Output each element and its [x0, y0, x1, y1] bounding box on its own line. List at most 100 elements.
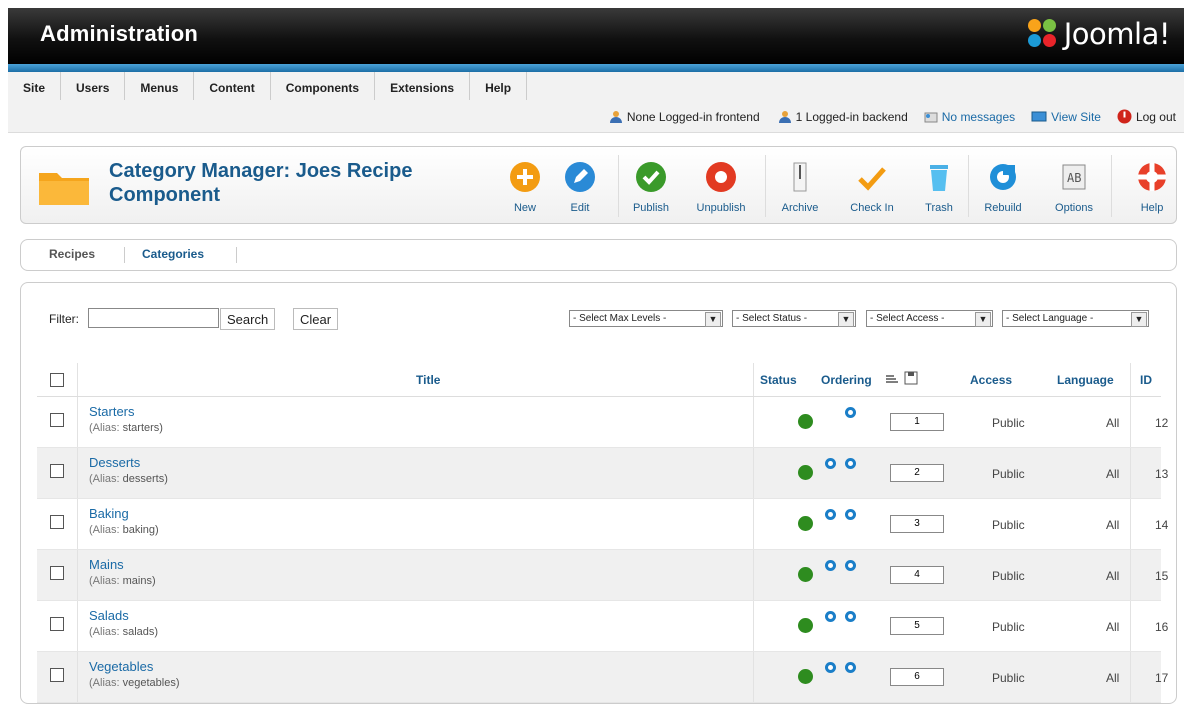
- edit-button[interactable]: Edit: [564, 161, 596, 214]
- column-divider: [753, 652, 754, 702]
- header-access[interactable]: Access: [970, 373, 1012, 387]
- move-down-icon[interactable]: [845, 458, 856, 469]
- header-title: Administration: [40, 21, 199, 46]
- row-checkbox[interactable]: [50, 515, 64, 529]
- filter-input[interactable]: [88, 308, 219, 328]
- menu-users[interactable]: Users: [61, 72, 126, 100]
- table-row: Desserts (Alias: desserts) 2 Public All …: [37, 448, 1168, 499]
- row-checkbox[interactable]: [50, 566, 64, 580]
- row-checkbox[interactable]: [50, 464, 64, 478]
- column-divider: [77, 499, 78, 549]
- row-checkbox[interactable]: [50, 617, 64, 631]
- menu-components[interactable]: Components: [271, 72, 376, 100]
- status-view-site[interactable]: View Site: [1031, 110, 1101, 124]
- messages-icon: [924, 112, 938, 122]
- column-divider: [77, 601, 78, 651]
- unpublish-button[interactable]: Unpublish: [692, 161, 750, 214]
- move-down-icon[interactable]: [845, 662, 856, 673]
- header-id[interactable]: ID: [1140, 373, 1152, 387]
- select-access[interactable]: - Select Access - ▼: [866, 310, 993, 327]
- move-down-icon[interactable]: [845, 560, 856, 571]
- id-value: 14: [1155, 518, 1169, 532]
- published-icon[interactable]: [798, 669, 813, 684]
- category-title-link[interactable]: Starters: [89, 404, 135, 419]
- save-order-icon[interactable]: [904, 371, 918, 385]
- help-button[interactable]: Help: [1136, 161, 1168, 214]
- order-input[interactable]: 3: [890, 515, 944, 533]
- toolbar-separator: [1111, 155, 1112, 217]
- tab-divider: [124, 247, 125, 263]
- move-down-icon[interactable]: [845, 509, 856, 520]
- check-in-button[interactable]: Check In: [846, 161, 898, 214]
- sort-icon[interactable]: [885, 373, 899, 385]
- order-input[interactable]: 2: [890, 464, 944, 482]
- published-icon[interactable]: [798, 567, 813, 582]
- menu-site[interactable]: Site: [8, 72, 62, 100]
- order-input[interactable]: 5: [890, 617, 944, 635]
- row-checkbox[interactable]: [50, 413, 64, 427]
- options-button[interactable]: AB Options: [1051, 161, 1097, 214]
- status-logout[interactable]: Log out: [1117, 109, 1176, 124]
- header-ordering[interactable]: Ordering: [821, 373, 872, 387]
- menu-extensions[interactable]: Extensions: [375, 72, 471, 100]
- published-icon[interactable]: [798, 618, 813, 633]
- move-up-icon[interactable]: [825, 611, 836, 622]
- rebuild-button[interactable]: Rebuild: [981, 161, 1025, 214]
- status-messages[interactable]: No messages: [924, 110, 1015, 124]
- search-button[interactable]: Search: [220, 308, 276, 330]
- row-checkbox[interactable]: [50, 668, 64, 682]
- language-value: All: [1106, 620, 1120, 634]
- joomla-logo[interactable]: Joomla!: [1027, 17, 1171, 51]
- archive-button[interactable]: Archive: [778, 161, 822, 214]
- publish-button[interactable]: Publish: [630, 161, 672, 214]
- id-value: 13: [1155, 467, 1169, 481]
- order-input[interactable]: 6: [890, 668, 944, 686]
- toolbar: Category Manager: Joes Recipe Component …: [20, 146, 1177, 224]
- id-value: 15: [1155, 569, 1169, 583]
- access-value: Public: [992, 518, 1025, 532]
- move-up-icon[interactable]: [825, 458, 836, 469]
- published-icon[interactable]: [798, 414, 813, 429]
- select-language[interactable]: - Select Language - ▼: [1002, 310, 1149, 327]
- category-title-link[interactable]: Mains: [89, 557, 124, 572]
- column-divider: [1130, 550, 1131, 600]
- category-title-link[interactable]: Salads: [89, 608, 129, 623]
- lifebuoy-icon: [1138, 163, 1166, 191]
- header-language[interactable]: Language: [1057, 373, 1114, 387]
- move-down-icon[interactable]: [845, 407, 856, 418]
- toolbar-separator: [968, 155, 969, 217]
- trash-button[interactable]: Trash: [921, 161, 957, 214]
- menu-help[interactable]: Help: [470, 72, 528, 100]
- submenu: Recipes Categories: [20, 239, 1177, 271]
- select-all-checkbox[interactable]: [50, 373, 64, 387]
- filter-label: Filter:: [49, 312, 79, 326]
- page-title: Category Manager: Joes Recipe Component: [109, 160, 413, 206]
- category-title-link[interactable]: Desserts: [89, 455, 140, 470]
- tab-divider: [236, 247, 237, 263]
- users-icon: [778, 110, 791, 123]
- tab-recipes[interactable]: Recipes: [49, 247, 95, 261]
- published-icon[interactable]: [798, 465, 813, 480]
- category-title-link[interactable]: Baking: [89, 506, 129, 521]
- move-up-icon[interactable]: [825, 560, 836, 571]
- order-input[interactable]: 4: [890, 566, 944, 584]
- id-value: 17: [1155, 671, 1169, 685]
- menu-menus[interactable]: Menus: [125, 72, 195, 100]
- header-title[interactable]: Title: [416, 373, 440, 387]
- select-max-levels[interactable]: - Select Max Levels - ▼: [569, 310, 723, 327]
- select-status[interactable]: - Select Status - ▼: [732, 310, 856, 327]
- tab-categories[interactable]: Categories: [142, 247, 204, 261]
- new-button[interactable]: New: [509, 161, 541, 214]
- toolbar-separator: [618, 155, 619, 217]
- category-title-link[interactable]: Vegetables: [89, 659, 153, 674]
- clear-button[interactable]: Clear: [293, 308, 339, 330]
- move-up-icon[interactable]: [825, 509, 836, 520]
- move-up-icon[interactable]: [825, 662, 836, 673]
- order-input[interactable]: 1: [890, 413, 944, 431]
- move-down-icon[interactable]: [845, 611, 856, 622]
- menu-content[interactable]: Content: [194, 72, 271, 100]
- published-icon[interactable]: [798, 516, 813, 531]
- header-status[interactable]: Status: [760, 373, 797, 387]
- main-menu: Site Users Menus Content Components Exte…: [8, 72, 528, 100]
- column-divider: [77, 652, 78, 702]
